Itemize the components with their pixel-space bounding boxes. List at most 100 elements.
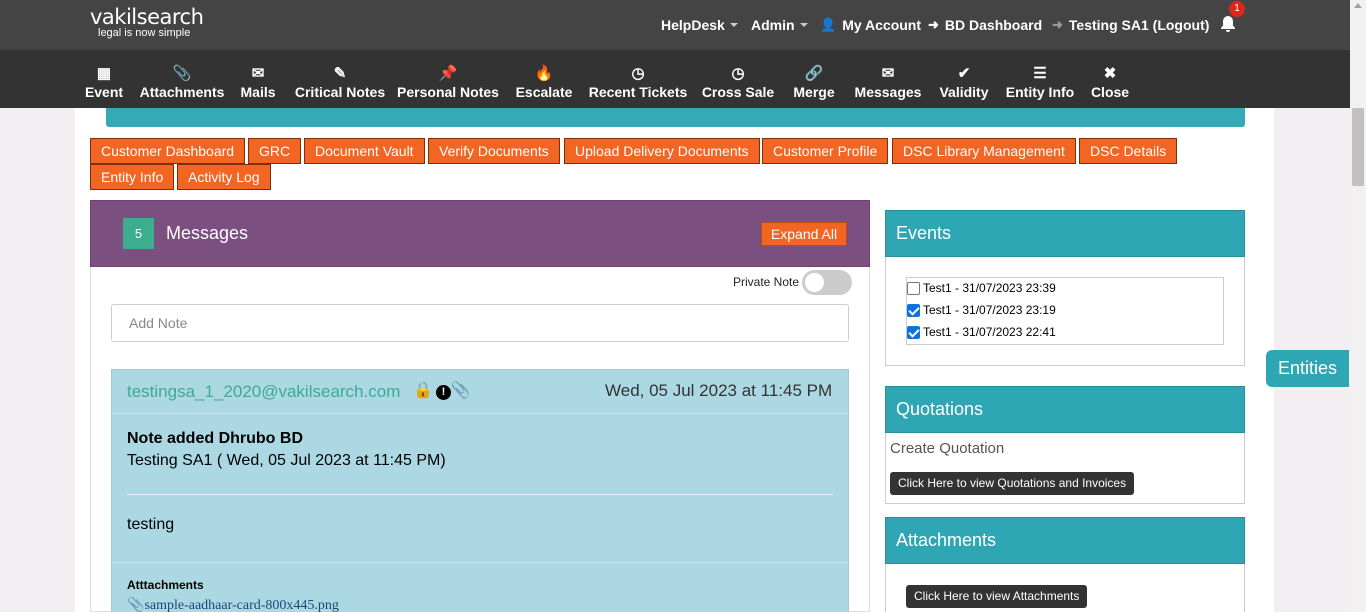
- admin-menu[interactable]: Admin: [751, 15, 808, 35]
- toolbar-personal-notes-button[interactable]: 📌 Personal Notes: [397, 65, 499, 101]
- note-subtitle: Testing SA1 ( Wed, 05 Jul 2023 at 11:45 …: [127, 452, 446, 469]
- logo-tagline: legal is now simple: [98, 27, 191, 39]
- toolbar-entity-info-button[interactable]: ☰ Entity Info: [1005, 66, 1075, 101]
- event-label: Test1 - 31/07/2023 23:19: [923, 303, 1056, 317]
- entities-tab[interactable]: Entities: [1266, 350, 1349, 387]
- document-vault-button[interactable]: Document Vault: [304, 138, 425, 164]
- toolbar-escalate-button[interactable]: 🔥 Escalate: [515, 66, 573, 101]
- attachment-link[interactable]: 📎sample-aadhaar-card-800x445.png: [127, 597, 339, 612]
- toolbar-merge-button[interactable]: 🔗 Merge: [793, 65, 835, 101]
- toolbar-label: Critical Notes: [294, 84, 386, 100]
- close-icon: ✖: [1103, 65, 1117, 82]
- grc-button[interactable]: GRC: [248, 138, 302, 164]
- vakilsearch-logo[interactable]: vakilsearch legal is now simple: [90, 5, 204, 39]
- view-quotations-button[interactable]: Click Here to view Quotations and Invoic…: [890, 472, 1135, 495]
- toolbar-validity-button[interactable]: ✔ Validity: [939, 65, 989, 101]
- scrollbar-thumb[interactable]: [1352, 108, 1364, 186]
- note-icons: 🔒! 📎: [413, 380, 474, 400]
- toolbar-label: Entity Info: [1005, 84, 1075, 100]
- envelope-icon: ✉: [881, 65, 895, 82]
- private-note-toggle[interactable]: [802, 270, 852, 295]
- attachment-filename: sample-aadhaar-card-800x445.png: [144, 598, 339, 612]
- create-quotation-link[interactable]: Create Quotation: [890, 440, 1004, 457]
- toolbar-label: Event: [84, 84, 124, 100]
- my-account-label: My Account: [842, 17, 922, 33]
- toolbar-label: Cross Sale: [701, 84, 775, 100]
- helpdesk-menu[interactable]: HelpDesk: [661, 15, 738, 35]
- bell-icon[interactable]: [1218, 14, 1238, 34]
- toolbar-messages-button[interactable]: ✉ Messages: [854, 65, 922, 101]
- scroll-up-icon[interactable]: [1354, 3, 1362, 8]
- note-attachments-label: Atttachments: [127, 578, 204, 592]
- calendar-icon: ▦: [96, 65, 112, 82]
- my-account-link[interactable]: 👤 My Account: [820, 15, 921, 35]
- dsc-details-button[interactable]: DSC Details: [1079, 138, 1178, 164]
- clock-icon: ◷: [731, 65, 745, 82]
- event-checkbox[interactable]: [907, 281, 920, 295]
- check-icon: ✔: [957, 65, 971, 82]
- clock-icon: ◷: [631, 65, 645, 82]
- messages-count-badge: 5: [123, 218, 154, 249]
- toolbar-label: Close: [1090, 84, 1130, 100]
- event-checkbox[interactable]: [907, 325, 920, 339]
- note-title: Note added Dhrubo BD: [127, 430, 303, 447]
- admin-label: Admin: [751, 17, 795, 33]
- activity-log-button[interactable]: Activity Log: [177, 164, 271, 190]
- toggle-knob: [805, 273, 824, 292]
- private-note-label: Private Note: [733, 275, 800, 289]
- link-icon: 🔗: [804, 65, 824, 82]
- customer-profile-button[interactable]: Customer Profile: [762, 138, 889, 164]
- toolbar-label: Mails: [240, 84, 276, 100]
- toolbar-attachments-button[interactable]: 📎 Attachments: [140, 65, 225, 101]
- logout-label: Testing SA1 (Logout): [1068, 17, 1210, 33]
- scrollbar[interactable]: [1350, 0, 1366, 612]
- event-item[interactable]: Test1 - 31/07/2023 22:41: [907, 325, 1056, 339]
- logout-link[interactable]: ➜ Testing SA1 (Logout): [1052, 15, 1209, 35]
- dsc-library-management-button[interactable]: DSC Library Management: [892, 138, 1076, 164]
- event-item[interactable]: Test1 - 31/07/2023 23:39: [907, 281, 1056, 295]
- customer-dashboard-button[interactable]: Customer Dashboard: [90, 138, 246, 164]
- paperclip-icon: 📎: [172, 65, 192, 82]
- toolbar-cross-sale-button[interactable]: ◷ Cross Sale: [701, 65, 775, 101]
- toolbar-label: Messages: [854, 84, 922, 100]
- toolbar-close-button[interactable]: ✖ Close: [1090, 65, 1130, 101]
- messages-title: Messages: [166, 223, 249, 243]
- chevron-down-icon: [799, 23, 808, 27]
- sign-out-icon: ➜: [1052, 17, 1063, 32]
- note-date: Wed, 05 Jul 2023 at 11:45 PM: [605, 381, 833, 400]
- divider: [112, 413, 848, 414]
- event-label: Test1 - 31/07/2023 22:41: [923, 325, 1056, 339]
- paperclip-icon: 📎: [127, 598, 145, 612]
- pin-icon: 📌: [438, 65, 458, 82]
- toolbar-label: Validity: [939, 84, 989, 100]
- toolbar-event-button[interactable]: ▦ Event: [84, 65, 124, 101]
- lock-icon: 🔒: [413, 382, 436, 399]
- verify-documents-button[interactable]: Verify Documents: [428, 138, 560, 164]
- bd-dashboard-link[interactable]: ➜ BD Dashboard: [928, 15, 1042, 35]
- toolbar-mails-button[interactable]: ✉ Mails: [240, 65, 276, 101]
- upload-delivery-documents-button[interactable]: Upload Delivery Documents: [564, 138, 760, 164]
- view-attachments-button[interactable]: Click Here to view Attachments: [906, 585, 1088, 608]
- envelope-icon: ✉: [251, 65, 265, 82]
- take-action-header: [106, 108, 1245, 127]
- toolbar-label: Personal Notes: [397, 84, 499, 100]
- toolbar-critical-notes-button[interactable]: ✎ Critical Notes: [294, 65, 386, 101]
- add-note-input[interactable]: Add Note: [111, 304, 849, 342]
- logo-name: vakilsearch: [90, 5, 204, 29]
- event-item[interactable]: Test1 - 31/07/2023 23:19: [907, 303, 1056, 317]
- event-checkbox[interactable]: [907, 303, 920, 317]
- toolbar-recent-tickets-button[interactable]: ◷ Recent Tickets: [588, 65, 688, 101]
- arrow-left-icon: ➜: [928, 17, 939, 32]
- paperclip-icon: 📎: [450, 382, 474, 399]
- divider: [112, 562, 848, 563]
- pencil-icon: ✎: [333, 65, 347, 82]
- attachments-title: Attachments: [885, 517, 1245, 564]
- toolbar-label: Recent Tickets: [588, 84, 688, 100]
- toolbar-label: Escalate: [515, 84, 573, 100]
- note-author-email[interactable]: testingsa_1_2020@vakilsearch.com: [127, 382, 400, 402]
- notification-badge: 1: [1229, 1, 1245, 17]
- expand-all-button[interactable]: Expand All: [761, 222, 847, 246]
- toolbar-label: Merge: [793, 84, 835, 100]
- exclamation-icon: !: [435, 385, 451, 400]
- entity-info-button[interactable]: Entity Info: [90, 164, 175, 190]
